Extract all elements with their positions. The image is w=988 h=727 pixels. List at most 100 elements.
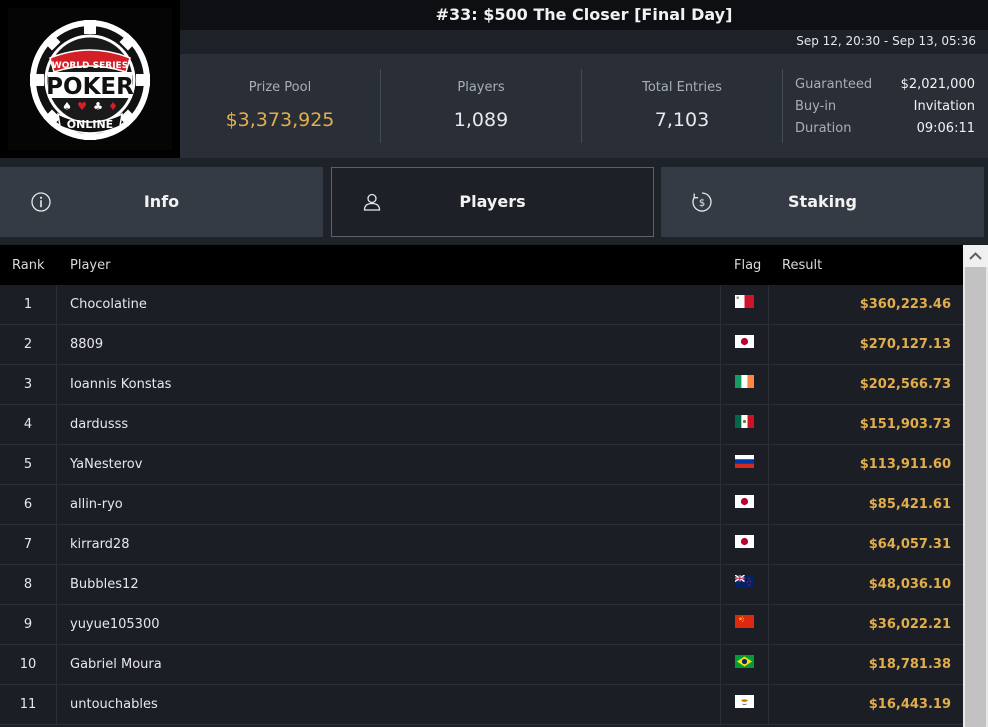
table-row[interactable]: 1 Chocolatine $360,223.46 — [0, 285, 963, 325]
japan-flag-icon — [735, 495, 754, 508]
tab-staking-label: Staking — [788, 192, 857, 211]
tournament-title: #33: $500 The Closer [Final Day] — [435, 5, 733, 24]
row-result: $151,903.73 — [859, 417, 951, 432]
date-bar: Sep 12, 20:30 - Sep 13, 05:36 — [180, 30, 988, 54]
total-entries-value: 7,103 — [654, 109, 710, 131]
brazil-flag-icon — [735, 655, 754, 668]
row-rank: 5 — [0, 445, 57, 484]
row-flag-cell — [720, 285, 769, 324]
svg-text:♠: ♠ — [62, 100, 72, 113]
tab-players[interactable]: Players — [331, 167, 654, 237]
row-rank: 9 — [0, 605, 57, 644]
row-flag-cell — [720, 685, 769, 724]
malta-flag-icon — [735, 295, 754, 308]
row-result: $48,036.10 — [868, 577, 951, 592]
cyprus-flag-icon — [735, 695, 754, 708]
table-row[interactable]: 8 Bubbles12 $48,036.10 — [0, 565, 963, 605]
table-scrollbar[interactable] — [963, 245, 988, 727]
svg-text:POKER: POKER — [46, 74, 134, 100]
row-rank: 11 — [0, 685, 57, 724]
row-player-name: Gabriel Moura — [70, 657, 162, 672]
row-player-name: 8809 — [70, 337, 104, 352]
table-row[interactable]: 11 untouchables $16,443.19 — [0, 685, 963, 725]
column-header-flag[interactable]: Flag — [734, 258, 761, 273]
prize-pool-value: $3,373,925 — [225, 109, 335, 131]
row-rank: 7 — [0, 525, 57, 564]
row-rank: 1 — [0, 285, 57, 324]
duration-row: Duration 09:06:11 — [795, 121, 975, 139]
table-row[interactable]: 5 YaNesterov $113,911.60 — [0, 445, 963, 485]
duration-value: 09:06:11 — [916, 121, 975, 136]
table-row[interactable]: 9 yuyue105300 ★ $36,022.21 — [0, 605, 963, 645]
table-row[interactable]: 4 dardusss $151,903.73 — [0, 405, 963, 445]
japan-flag-icon — [735, 535, 754, 548]
buyin-row: Buy-in Invitation — [795, 99, 975, 117]
buyin-value: Invitation — [913, 99, 975, 114]
row-result: $360,223.46 — [859, 297, 951, 312]
row-player-name: yuyue105300 — [70, 617, 160, 632]
row-player-name: Ioannis Konstas — [70, 377, 172, 392]
logo-background: WORLD SERIES POKER ♠ ♥ ♣ ♦ ONLINE — [8, 8, 172, 150]
new-zealand-flag-icon — [735, 575, 754, 588]
mexico-flag-icon — [735, 415, 754, 428]
row-result: $113,911.60 — [859, 457, 951, 472]
svg-text:♣: ♣ — [93, 100, 103, 113]
column-header-rank[interactable]: Rank — [12, 258, 44, 273]
row-flag-cell — [720, 325, 769, 364]
column-header-player[interactable]: Player — [70, 258, 110, 273]
russia-flag-icon — [735, 455, 754, 468]
players-value: 1,089 — [453, 109, 509, 131]
chevron-up-icon — [969, 252, 982, 260]
column-header-result[interactable]: Result — [782, 258, 822, 273]
title-bar: #33: $500 The Closer [Final Day] — [180, 0, 988, 30]
scrollbar-thumb[interactable] — [965, 267, 986, 727]
row-rank: 4 — [0, 405, 57, 444]
total-entries-label: Total Entries — [642, 80, 722, 95]
tab-info-label: Info — [143, 192, 180, 211]
row-flag-cell — [720, 645, 769, 684]
table-row[interactable]: 7 kirrard28 $64,057.31 — [0, 525, 963, 565]
row-rank: 10 — [0, 645, 57, 684]
row-flag-cell — [720, 445, 769, 484]
row-flag-cell — [720, 485, 769, 524]
japan-flag-icon — [735, 335, 754, 348]
row-flag-cell — [720, 405, 769, 444]
tab-staking[interactable]: $ Staking — [661, 167, 984, 237]
players-label: Players — [457, 80, 505, 95]
tournament-date-range: Sep 12, 20:30 - Sep 13, 05:36 — [796, 34, 976, 48]
table-row[interactable]: 10 Gabriel Moura $18,781.38 — [0, 645, 963, 685]
row-rank: 6 — [0, 485, 57, 524]
prize-pool-stat: Prize Pool $3,373,925 — [180, 54, 380, 158]
svg-text:WORLD SERIES: WORLD SERIES — [52, 61, 128, 71]
scroll-up-button[interactable] — [963, 245, 988, 267]
row-result: $36,022.21 — [868, 617, 951, 632]
wsop-logo: WORLD SERIES POKER ♠ ♥ ♣ ♦ ONLINE — [30, 20, 150, 140]
row-rank: 3 — [0, 365, 57, 404]
table-row[interactable]: 3 Ioannis Konstas $202,566.73 — [0, 365, 963, 405]
table-row[interactable]: 2 8809 $270,127.13 — [0, 325, 963, 365]
row-player-name: dardusss — [70, 417, 129, 432]
row-flag-cell — [720, 525, 769, 564]
row-player-name: Chocolatine — [70, 297, 147, 312]
guaranteed-row: Guaranteed $2,021,000 — [795, 77, 975, 95]
tab-info[interactable]: Info — [0, 167, 323, 237]
logo-container: WORLD SERIES POKER ♠ ♥ ♣ ♦ ONLINE — [0, 0, 180, 158]
table-header: Rank Player Flag Result — [0, 245, 963, 285]
row-result: $18,781.38 — [868, 657, 951, 672]
row-player-name: kirrard28 — [70, 537, 130, 552]
stat-divider — [782, 69, 783, 143]
row-flag-cell — [720, 565, 769, 604]
tournament-stats-panel: Prize Pool $3,373,925 Players 1,089 Tota… — [180, 54, 988, 158]
row-player-name: allin-ryo — [70, 497, 123, 512]
guaranteed-value: $2,021,000 — [900, 77, 975, 92]
duration-label: Duration — [795, 121, 852, 136]
row-result: $16,443.19 — [868, 697, 951, 712]
svg-text:♦: ♦ — [108, 100, 118, 113]
row-player-name: untouchables — [70, 697, 158, 712]
table-row[interactable]: 6 allin-ryo $85,421.61 — [0, 485, 963, 525]
row-result: $270,127.13 — [859, 337, 951, 352]
china-flag-icon: ★ — [735, 615, 754, 628]
row-rank: 8 — [0, 565, 57, 604]
guaranteed-label: Guaranteed — [795, 77, 873, 92]
ireland-flag-icon — [735, 375, 754, 388]
